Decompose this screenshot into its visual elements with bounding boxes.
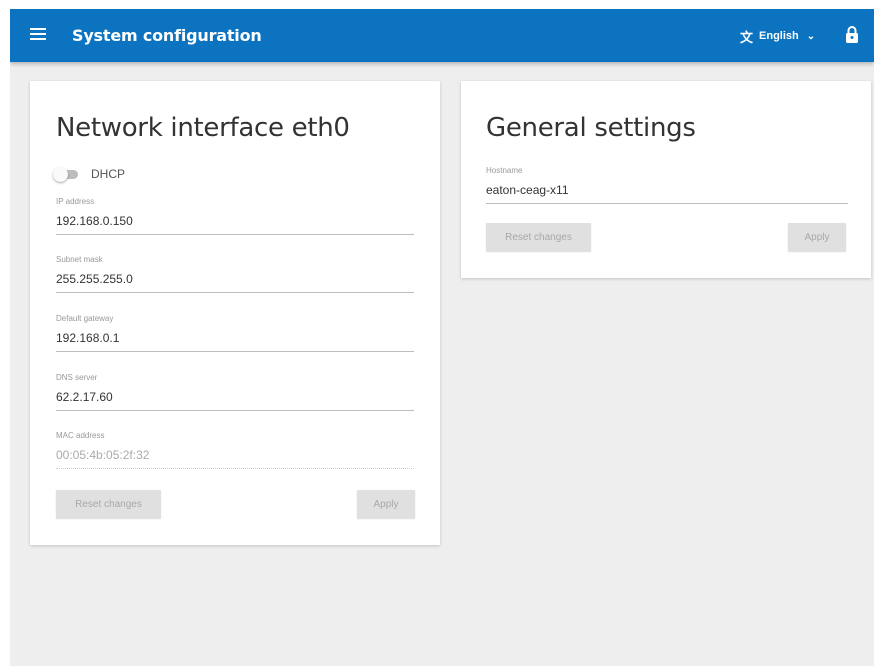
mac-address-label: MAC address: [56, 431, 105, 440]
hostname-field: Hostname: [486, 166, 848, 204]
ip-address-field: IP address: [56, 197, 414, 235]
dns-server-field: DNS server: [56, 373, 414, 411]
chevron-down-icon: ⌄: [806, 30, 816, 42]
field-underline: [56, 292, 414, 293]
subnet-mask-label: Subnet mask: [56, 255, 103, 264]
default-gateway-input[interactable]: [56, 330, 414, 346]
default-gateway-label: Default gateway: [56, 314, 114, 323]
mac-address-field: MAC address: [56, 431, 414, 469]
dhcp-toggle[interactable]: DHCP: [53, 166, 126, 182]
field-underline: [56, 351, 414, 352]
default-gateway-field: Default gateway: [56, 314, 414, 352]
app-title: System configuration: [72, 26, 262, 45]
hostname-input[interactable]: [486, 182, 848, 198]
dhcp-switch-knob: [53, 166, 68, 182]
general-apply-button[interactable]: Apply: [788, 223, 846, 251]
lock-icon[interactable]: [845, 25, 859, 43]
field-underline: [56, 468, 414, 469]
network-reset-button[interactable]: Reset changes: [56, 490, 161, 518]
subnet-mask-field: Subnet mask: [56, 255, 414, 293]
field-underline: [486, 203, 848, 204]
dhcp-switch-track: [53, 166, 78, 182]
network-apply-button[interactable]: Apply: [357, 490, 415, 518]
general-reset-button[interactable]: Reset changes: [486, 223, 591, 251]
top-app-bar: System configuration 文 English ⌄: [10, 9, 874, 62]
field-underline: [56, 410, 414, 411]
app-window: System configuration 文 English ⌄ Network…: [10, 9, 874, 666]
ip-address-input[interactable]: [56, 213, 414, 229]
network-card-title: Network interface eth0: [56, 113, 350, 143]
dns-server-input[interactable]: [56, 389, 414, 405]
field-underline: [56, 234, 414, 235]
dhcp-label: DHCP: [91, 167, 126, 181]
language-selector[interactable]: 文 English ⌄: [740, 26, 815, 46]
general-card-title: General settings: [486, 113, 696, 143]
general-settings-card: General settings Hostname Reset changes …: [461, 81, 871, 278]
hostname-label: Hostname: [486, 166, 523, 175]
mac-address-input: [56, 447, 414, 463]
ip-address-label: IP address: [56, 197, 95, 206]
menu-icon[interactable]: [30, 28, 46, 42]
dns-server-label: DNS server: [56, 373, 98, 382]
language-label: English: [759, 30, 799, 42]
subnet-mask-input[interactable]: [56, 271, 414, 287]
network-interface-card: Network interface eth0 DHCP IP address S…: [30, 81, 440, 545]
translate-icon: 文: [740, 29, 754, 45]
